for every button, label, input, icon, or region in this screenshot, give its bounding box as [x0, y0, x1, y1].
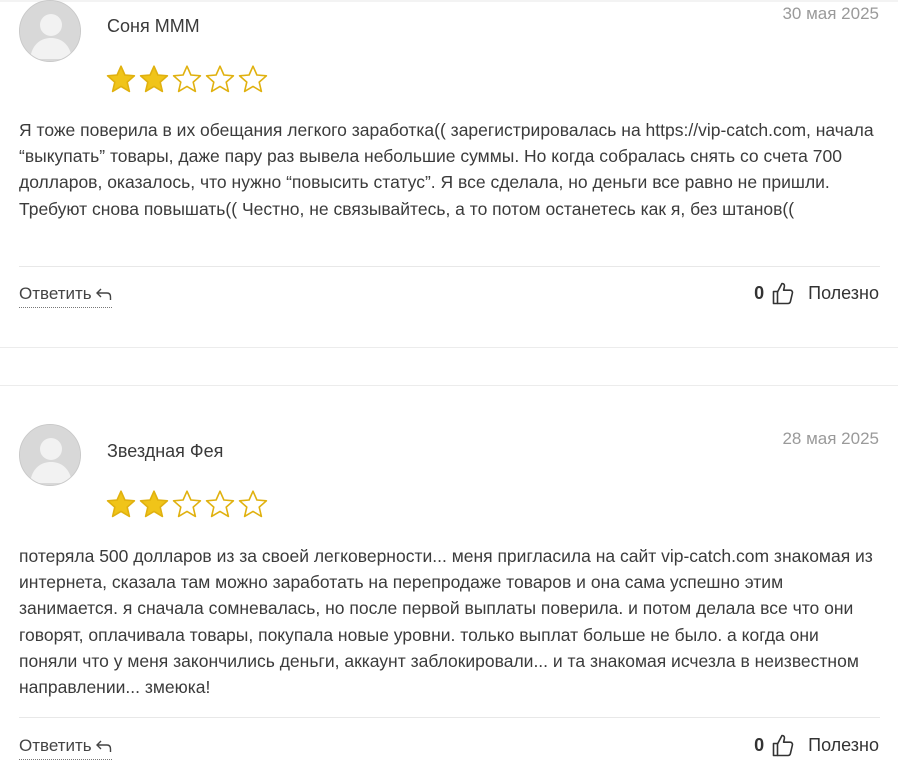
- rating-stars: [105, 64, 269, 94]
- review-card: Соня МММ 30 мая 2025 Я тоже поверила в и…: [0, 0, 898, 348]
- reply-label: Ответить: [19, 284, 92, 303]
- user-avatar-icon: [20, 425, 80, 485]
- reply-arrow-icon: [95, 740, 111, 752]
- thumbs-up-icon[interactable]: [772, 733, 794, 757]
- section-divider: [0, 347, 898, 348]
- thumbs-up-icon[interactable]: [772, 281, 794, 305]
- avatar: [19, 0, 81, 62]
- star-filled-icon: [139, 65, 169, 93]
- helpful-block[interactable]: 0 Полезно: [754, 281, 879, 305]
- star-empty-icon: [172, 65, 202, 93]
- review-date: 30 мая 2025: [782, 4, 879, 23]
- user-avatar-icon: [20, 1, 80, 61]
- reply-arrow-icon: [95, 288, 111, 300]
- star-empty-icon: [205, 65, 235, 93]
- reply-button[interactable]: Ответить: [19, 736, 112, 760]
- star-filled-icon: [106, 490, 136, 518]
- avatar: [19, 424, 81, 486]
- reply-button[interactable]: Ответить: [19, 284, 112, 308]
- star-filled-icon: [106, 65, 136, 93]
- helpful-block[interactable]: 0 Полезно: [754, 733, 879, 757]
- star-empty-icon: [172, 490, 202, 518]
- review-author: Соня МММ: [107, 16, 200, 36]
- review-text: потеряла 500 долларов из за своей легков…: [19, 546, 873, 698]
- review-divider: [19, 717, 880, 718]
- review-text: Я тоже поверила в их обещания легкого за…: [19, 120, 874, 219]
- helpful-count: 0: [754, 734, 765, 755]
- rating-stars: [105, 489, 269, 519]
- review-card: Звездная Фея 28 мая 2025 потеряла 500 до…: [0, 385, 898, 779]
- star-empty-icon: [205, 490, 235, 518]
- helpful-count: 0: [754, 282, 765, 303]
- reply-label: Ответить: [19, 736, 92, 755]
- review-author: Звездная Фея: [107, 441, 224, 461]
- reviews-page: Соня МММ 30 мая 2025 Я тоже поверила в и…: [0, 0, 898, 779]
- helpful-label: Полезно: [808, 734, 879, 755]
- review-divider: [19, 266, 880, 267]
- star-empty-icon: [238, 65, 268, 93]
- review-date: 28 мая 2025: [782, 429, 879, 448]
- helpful-label: Полезно: [808, 282, 879, 303]
- star-empty-icon: [238, 490, 268, 518]
- star-filled-icon: [139, 490, 169, 518]
